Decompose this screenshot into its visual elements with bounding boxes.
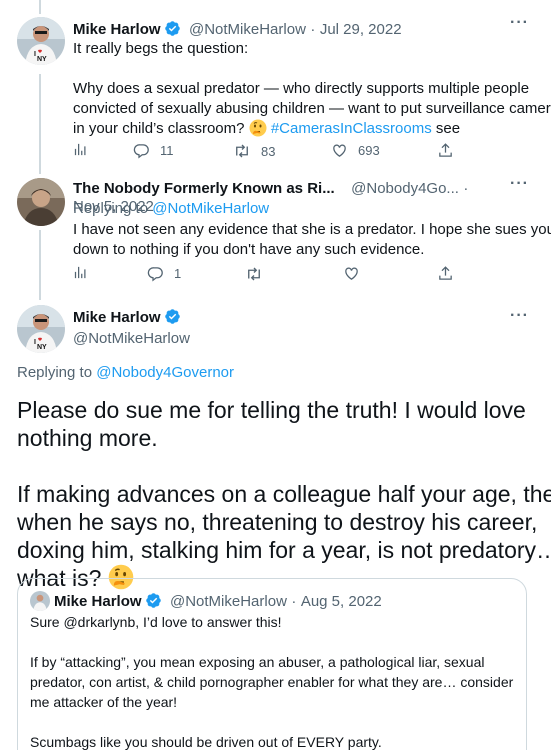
author-name[interactable]: The Nobody Formerly Known as Ri... xyxy=(73,180,335,197)
tweet3-header: Mike Harlow @NotMikeHarlow xyxy=(73,308,373,347)
more-icon[interactable]: ··· xyxy=(510,175,529,193)
verified-badge-icon xyxy=(145,592,162,614)
tweet2-line: I have not seen any evidence that she is… xyxy=(73,221,551,238)
more-icon[interactable]: ··· xyxy=(510,307,529,325)
tweet1-line: see xyxy=(435,120,461,137)
svg-text:NY: NY xyxy=(37,56,47,63)
replying-to-handle[interactable]: @NotMikeHarlow xyxy=(152,200,269,217)
author-handle[interactable]: @Nobody4Go... xyxy=(351,180,459,197)
quote-line: Sure @drkarlynb, I’d love to answer this… xyxy=(30,614,282,630)
verified-badge-icon xyxy=(164,308,181,330)
reply-icon xyxy=(133,144,149,159)
author-handle[interactable]: @NotMikeHarlow xyxy=(73,330,373,347)
reply-button[interactable]: 11 xyxy=(133,142,174,159)
quote-line: If by “attacking”, you mean exposing an … xyxy=(30,654,485,670)
tweet1-line: Why does a sexual predator — who directl… xyxy=(73,80,530,97)
quote-line: me attacker of the year! xyxy=(30,694,178,710)
analytics-icon[interactable] xyxy=(73,265,88,280)
reply-count: 11 xyxy=(160,143,174,158)
like-button[interactable]: 693 xyxy=(331,142,380,159)
like-count: 693 xyxy=(358,143,380,158)
reply-button[interactable]: 1 xyxy=(147,265,181,282)
tweet2-actions: 1 xyxy=(73,265,473,285)
quote-line: Scumbags like you should be driven out o… xyxy=(30,734,382,750)
tweet2-text: I have not seen any evidence that she is… xyxy=(73,220,551,260)
svg-text:I: I xyxy=(34,51,36,58)
avatar[interactable]: I NY xyxy=(17,17,65,65)
tweet1-line: It really begs the question: xyxy=(73,40,249,57)
tweet3-line: doxing him, stalking him for a year, is … xyxy=(17,537,551,563)
quote-text: Sure @drkarlynb, I’d love to answer this… xyxy=(30,612,525,750)
quote-header: Mike Harlow @NotMikeHarlow · Aug 5, 2022 xyxy=(54,592,514,614)
author-name[interactable]: Mike Harlow xyxy=(73,309,161,326)
tweet3-line: If making advances on a colleague half y… xyxy=(17,481,551,507)
retweet-icon xyxy=(248,267,260,281)
like-icon xyxy=(345,267,358,280)
tweet2-header: The Nobody Formerly Known as Ri... @Nobo… xyxy=(73,180,503,215)
quote-line: predator, con artist, & child pornograph… xyxy=(30,674,514,690)
tweet1-actions: 11 83 693 xyxy=(73,142,473,162)
tweet3-text: Please do sue me for telling the truth! … xyxy=(17,396,551,596)
author-handle[interactable]: @NotMikeHarlow xyxy=(189,21,306,38)
tweet2-line: down to nothing if you don't have any su… xyxy=(73,241,425,258)
tweet1-header: Mike Harlow @NotMikeHarlow · Jul 29, 202… xyxy=(73,20,503,40)
replying-to: Replying to @NotMikeHarlow xyxy=(73,200,269,217)
tweet3-line: when he says no, threatening to destroy … xyxy=(17,509,538,535)
tweet1-line: in your child’s classroom? xyxy=(73,120,245,137)
tweet1-text: It really begs the question: Why does a … xyxy=(73,39,551,143)
tweet1-line: convicted of sexually abusing children —… xyxy=(73,100,551,117)
thread-line-0 xyxy=(39,0,41,14)
replying-to-label: Replying to xyxy=(17,364,93,381)
more-icon[interactable]: ··· xyxy=(510,14,529,32)
author-name: Mike Harlow xyxy=(54,593,142,610)
svg-text:I: I xyxy=(34,339,36,346)
share-icon[interactable] xyxy=(437,265,454,282)
author-handle: @NotMikeHarlow xyxy=(169,593,287,610)
tweet3-line: nothing more. xyxy=(17,425,158,451)
retweet-button[interactable] xyxy=(245,265,263,283)
avatar[interactable]: I NY xyxy=(17,305,65,353)
like-icon xyxy=(333,144,346,157)
thread-line-1 xyxy=(39,74,41,174)
hashtag-link[interactable]: #CamerasInClassrooms xyxy=(271,120,432,137)
retweet-icon xyxy=(236,144,248,158)
separator-dot: · xyxy=(310,21,316,38)
reply-icon xyxy=(147,267,163,282)
replying-to: Replying to @Nobody4Governor xyxy=(17,364,234,381)
avatar[interactable] xyxy=(17,178,65,226)
separator-dot: · xyxy=(463,180,469,197)
author-name[interactable]: Mike Harlow xyxy=(73,21,161,38)
reply-count: 1 xyxy=(174,266,182,281)
share-icon[interactable] xyxy=(437,142,454,159)
svg-text:NY: NY xyxy=(37,344,47,351)
retweet-count: 83 xyxy=(261,143,276,159)
quote-avatar xyxy=(30,591,50,611)
thread-line-2 xyxy=(39,230,41,300)
retweet-button[interactable]: 83 xyxy=(233,142,275,160)
tweet-date: Aug 5, 2022 xyxy=(300,593,382,610)
analytics-icon[interactable] xyxy=(73,142,88,157)
replying-to-handle[interactable]: @Nobody4Governor xyxy=(96,364,234,381)
tweet3-line: Please do sue me for telling the truth! … xyxy=(17,397,526,423)
like-button[interactable] xyxy=(343,265,360,282)
replying-to-label: Replying to xyxy=(73,200,149,217)
thinking-face-emoji xyxy=(249,119,267,143)
separator-dot: · xyxy=(291,593,297,610)
tweet-date[interactable]: Jul 29, 2022 xyxy=(320,21,402,38)
